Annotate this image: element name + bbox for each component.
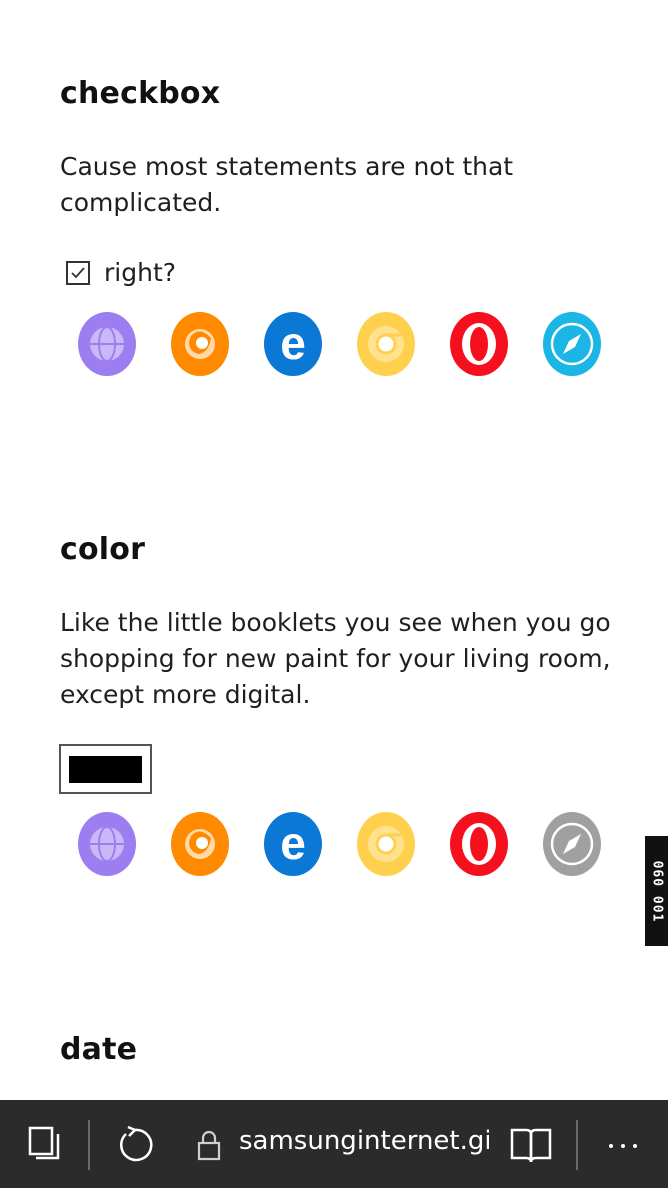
section-title: checkbox — [60, 76, 221, 111]
section-checkbox: checkbox Cause most statements are not t… — [60, 76, 620, 221]
checkmark-icon — [71, 266, 85, 278]
browser-support-row: e — [78, 812, 601, 876]
url-field[interactable]: samsunginternet.gitl — [239, 1126, 489, 1156]
safari-icon — [543, 312, 601, 376]
opera-icon — [450, 312, 508, 376]
side-tag: 060 001 — [645, 836, 668, 946]
section-title: date — [60, 1032, 138, 1067]
reader-mode-icon[interactable] — [508, 1124, 554, 1166]
section-description: Like the little booklets you see when yo… — [60, 608, 611, 709]
chrome-icon — [357, 812, 415, 876]
edge-icon: e — [264, 312, 322, 376]
chrome-icon — [357, 312, 415, 376]
section-description: Cause most statements are not that compl… — [60, 152, 514, 217]
section-color: color Like the little booklets you see w… — [60, 532, 620, 713]
section-title: color — [60, 532, 146, 567]
opera-icon — [450, 812, 508, 876]
svg-text:e: e — [280, 817, 306, 869]
checkbox-label: right? — [104, 258, 177, 287]
firefox-icon — [171, 312, 229, 376]
svg-text:e: e — [280, 317, 306, 369]
divider — [88, 1120, 90, 1170]
browser-support-row: e — [78, 312, 601, 376]
checkbox-input[interactable] — [66, 260, 90, 285]
checkbox-row[interactable]: right? — [66, 258, 176, 287]
section-date: date — [60, 1032, 620, 1067]
more-icon[interactable] — [606, 1136, 640, 1156]
safari-icon — [543, 812, 601, 876]
lock-icon — [197, 1130, 221, 1161]
edge-icon: e — [264, 812, 322, 876]
firefox-icon — [171, 812, 229, 876]
samsung-internet-icon — [78, 812, 136, 876]
color-swatch-fill — [69, 755, 142, 783]
reload-icon[interactable] — [114, 1124, 156, 1166]
divider — [576, 1120, 578, 1170]
samsung-internet-icon — [78, 312, 136, 376]
tabs-icon[interactable] — [26, 1124, 64, 1164]
color-input[interactable] — [59, 744, 152, 794]
side-tag-text: 060 001 — [649, 860, 665, 922]
